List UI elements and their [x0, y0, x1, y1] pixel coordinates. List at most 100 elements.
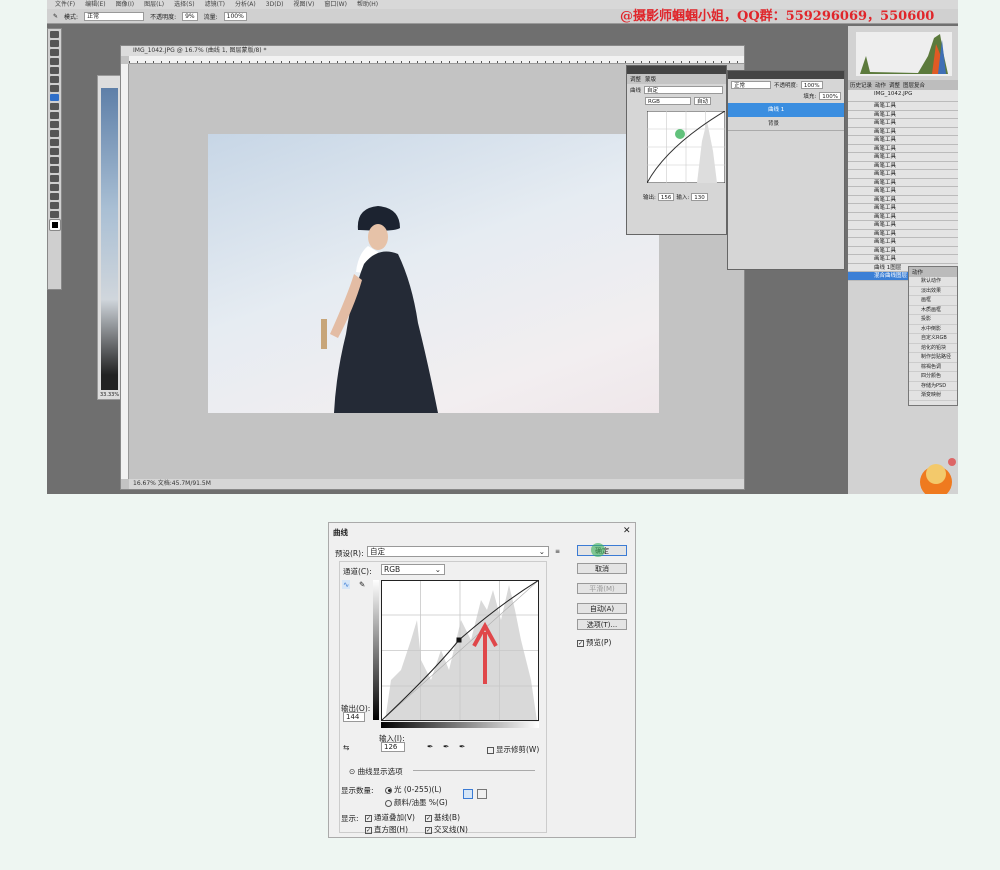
- history-item[interactable]: 画笔工具: [848, 246, 958, 255]
- healing-tool-icon[interactable]: [50, 85, 59, 92]
- move-tool-icon[interactable]: [50, 31, 59, 38]
- options-button[interactable]: 选项(T)...: [577, 619, 627, 630]
- history-item[interactable]: 画笔工具: [848, 187, 958, 196]
- menu-item[interactable]: 文件(F): [55, 0, 75, 9]
- history-item[interactable]: 画笔工具: [848, 119, 958, 128]
- history-item[interactable]: 画笔工具: [848, 238, 958, 247]
- tab-actions-panel[interactable]: 动作: [909, 267, 957, 277]
- histogram-checkbox[interactable]: ✓ 直方图(H): [365, 824, 408, 835]
- history-item[interactable]: 画笔工具: [848, 153, 958, 162]
- menu-item[interactable]: 图层(L): [144, 0, 164, 9]
- mode-select[interactable]: 正常: [84, 11, 145, 21]
- light-radio[interactable]: 光 (0-255)(L): [385, 784, 442, 795]
- history-item[interactable]: 画笔工具: [848, 170, 958, 179]
- path-select-tool-icon[interactable]: [50, 175, 59, 182]
- action-item[interactable]: 自定义RGB: [909, 334, 957, 344]
- tab-adjustments[interactable]: 调整: [630, 75, 641, 83]
- menu-item[interactable]: 3D(D): [266, 0, 284, 9]
- gray-eyedropper-icon[interactable]: ✒: [443, 742, 449, 751]
- opacity-field[interactable]: 9%: [182, 11, 198, 21]
- black-eyedropper-icon[interactable]: ✒: [427, 742, 433, 751]
- flow-field[interactable]: 100%: [223, 11, 247, 21]
- history-item[interactable]: 画笔工具: [848, 110, 958, 119]
- channel-overlay-checkbox[interactable]: ✓ 通道叠加(V): [365, 812, 415, 823]
- document-title[interactable]: IMG_1042.JPG @ 16.7% (曲线 1, 图层蒙版/8) *: [121, 46, 744, 56]
- output-field[interactable]: 156: [657, 193, 675, 201]
- menu-item[interactable]: 滤镜(T): [205, 0, 225, 9]
- marquee-tool-icon[interactable]: [50, 40, 59, 47]
- menu-item[interactable]: 选择(S): [174, 0, 195, 9]
- history-item[interactable]: 画笔工具: [848, 161, 958, 170]
- intersection-checkbox[interactable]: ✓ 交叉线(N): [425, 824, 468, 835]
- preset-select[interactable]: 自定: [644, 86, 723, 94]
- crop-tool-icon[interactable]: [50, 67, 59, 74]
- pencil-tool-icon[interactable]: ✎: [359, 580, 365, 589]
- history-item[interactable]: 画笔工具: [848, 178, 958, 187]
- tab-comps[interactable]: 图层复合: [903, 81, 925, 89]
- grid-quarter-icon[interactable]: [463, 789, 473, 799]
- fill-field[interactable]: 100%: [819, 92, 841, 100]
- color-swatches[interactable]: [48, 219, 61, 231]
- history-item[interactable]: 画笔工具: [848, 204, 958, 213]
- pigment-radio[interactable]: 颜料/油墨 %(G): [385, 797, 448, 808]
- history-item[interactable]: 画笔工具: [848, 221, 958, 230]
- curves-graph[interactable]: [381, 580, 539, 721]
- action-item[interactable]: 水中倒影: [909, 325, 957, 334]
- curve-point-highlight[interactable]: [675, 129, 685, 139]
- action-item[interactable]: 制作剪贴路径: [909, 353, 957, 363]
- display-options-toggle[interactable]: ⊙ 曲线显示选项: [349, 766, 403, 777]
- menu-item[interactable]: 视图(V): [294, 0, 315, 9]
- preview-checkbox[interactable]: ✓ 预览(P): [577, 637, 611, 648]
- tab-masks[interactable]: 蒙版: [645, 75, 656, 83]
- tab-actions[interactable]: 动作: [875, 81, 886, 89]
- blur-tool-icon[interactable]: [50, 139, 59, 146]
- cancel-button[interactable]: 取消: [577, 563, 627, 574]
- lasso-tool-icon[interactable]: [50, 49, 59, 56]
- preset-options-icon[interactable]: ≡: [555, 548, 560, 555]
- secondary-document-window[interactable]: 33.33%: [97, 75, 121, 400]
- curve-point[interactable]: [456, 637, 462, 643]
- eraser-tool-icon[interactable]: [50, 121, 59, 128]
- action-item[interactable]: 存储为PSD: [909, 382, 957, 391]
- action-item[interactable]: 熔化的铅块: [909, 344, 957, 353]
- auto-button[interactable]: 自动: [694, 97, 712, 105]
- layer-row[interactable]: 背景: [728, 117, 844, 131]
- layer-row-selected[interactable]: 曲线 1: [728, 103, 844, 117]
- panel-curve-graph[interactable]: [647, 111, 725, 183]
- action-item[interactable]: 四分颜色: [909, 372, 957, 382]
- menu-item[interactable]: 编辑(E): [85, 0, 105, 9]
- output-field[interactable]: 144: [343, 712, 365, 722]
- 3d-tool-icon[interactable]: [50, 193, 59, 200]
- action-item[interactable]: 木质画框: [909, 306, 957, 315]
- channel-select[interactable]: RGB ⌄: [381, 564, 445, 575]
- stamp-tool-icon[interactable]: [50, 103, 59, 110]
- history-item[interactable]: 画笔工具: [848, 255, 958, 264]
- menu-item[interactable]: 帮助(H): [357, 0, 378, 9]
- eyedropper-tool-icon[interactable]: [50, 76, 59, 83]
- history-item[interactable]: 画笔工具: [848, 229, 958, 238]
- photo-canvas[interactable]: [208, 134, 659, 413]
- curve-edit-tool-icon[interactable]: ∿: [342, 580, 351, 589]
- show-clipping-checkbox[interactable]: 显示修剪(W): [487, 744, 539, 755]
- type-tool-icon[interactable]: [50, 166, 59, 173]
- action-item[interactable]: 渐变映射: [909, 391, 957, 401]
- history-item[interactable]: 画笔工具: [848, 136, 958, 145]
- history-snapshot[interactable]: IMG_1042.JPG: [848, 90, 958, 102]
- brush-tool-icon[interactable]: [50, 94, 59, 101]
- gradient-tool-icon[interactable]: [50, 130, 59, 137]
- dodge-tool-icon[interactable]: [50, 148, 59, 155]
- action-item[interactable]: 棕褐色调: [909, 363, 957, 372]
- action-item[interactable]: 投影: [909, 315, 957, 325]
- on-image-adjust-icon[interactable]: ⇆: [343, 743, 349, 752]
- pen-tool-icon[interactable]: [50, 157, 59, 164]
- menu-item[interactable]: 图像(I): [116, 0, 134, 9]
- history-item[interactable]: 画笔工具: [848, 212, 958, 221]
- menu-item[interactable]: 分析(A): [235, 0, 256, 9]
- hand-tool-icon[interactable]: [50, 202, 59, 209]
- zoom-tool-icon[interactable]: [50, 211, 59, 218]
- channel-select[interactable]: RGB: [645, 97, 691, 105]
- grid-tenth-icon[interactable]: [477, 789, 487, 799]
- shape-tool-icon[interactable]: [50, 184, 59, 191]
- baseline-checkbox[interactable]: ✓ 基线(B): [425, 812, 460, 823]
- white-eyedropper-icon[interactable]: ✒: [459, 742, 465, 751]
